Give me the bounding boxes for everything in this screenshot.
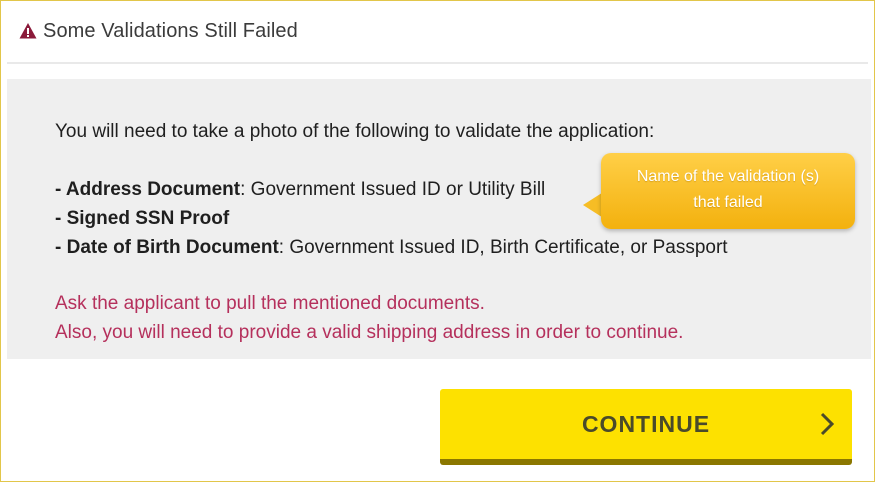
callout-line: Name of the validation (s) bbox=[636, 168, 820, 185]
continue-button-label: CONTINUE bbox=[581, 410, 711, 437]
callout-line: that failed bbox=[693, 194, 763, 211]
annotation-callout: Name of the validation (s) that failed bbox=[601, 153, 855, 229]
intro-text: You will need to take a photo of the fol… bbox=[55, 121, 655, 142]
dialog-title: Some Validations Still Failed bbox=[43, 19, 298, 42]
instruction-note: Ask the applicant to pull the mentioned … bbox=[55, 289, 683, 347]
dialog-header: Some Validations Still Failed bbox=[19, 17, 298, 45]
chevron-right-icon bbox=[820, 412, 835, 436]
document-name: - Date of Birth Document bbox=[55, 237, 279, 258]
validation-dialog: Some Validations Still Failed You will n… bbox=[0, 0, 875, 482]
document-detail: : Government Issued ID or Utility Bill bbox=[240, 179, 546, 200]
header-divider bbox=[7, 62, 868, 64]
warning-triangle-icon bbox=[19, 23, 37, 39]
note-line: Also, you will need to provide a valid s… bbox=[55, 322, 684, 343]
note-line: Ask the applicant to pull the mentioned … bbox=[55, 293, 485, 314]
document-name: - Signed SSN Proof bbox=[55, 208, 230, 229]
document-detail: : Government Issued ID, Birth Certificat… bbox=[278, 237, 728, 258]
continue-button[interactable]: CONTINUE bbox=[440, 389, 852, 465]
list-item: - Date of Birth Document: Government Iss… bbox=[55, 233, 728, 262]
document-name: - Address Document bbox=[55, 179, 241, 200]
